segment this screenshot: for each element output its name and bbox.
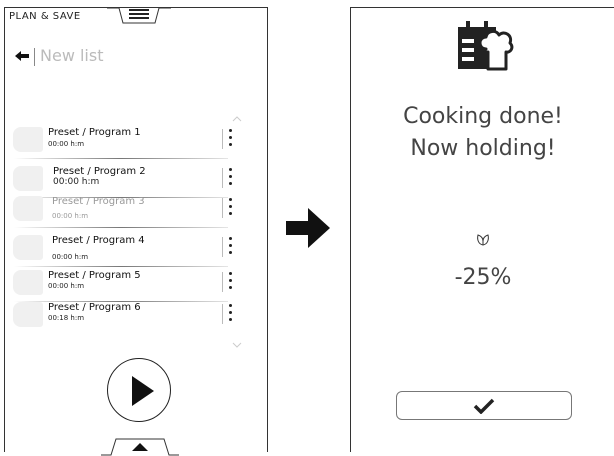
leaf-icon — [477, 234, 489, 246]
program-time: 00:00 h:m — [52, 253, 89, 261]
program-row[interactable]: Preset / Program 3 00:00 h:m — [10, 196, 232, 228]
program-name: Preset / Program 4 — [52, 235, 145, 246]
next-arrow-icon — [286, 208, 330, 248]
screen-header-label: PLAN & SAVE — [9, 11, 81, 22]
program-name: Preset / Program 5 — [48, 270, 141, 281]
back-arrow-icon[interactable] — [15, 51, 29, 61]
program-color-tab — [13, 196, 43, 221]
status-title: Cooking done! — [403, 104, 563, 129]
row-divider — [222, 304, 223, 324]
program-row[interactable]: Preset / Program 6 00:18 h:m — [10, 302, 232, 334]
program-name: Preset / Program 1 — [48, 127, 141, 138]
kebab-menu-icon[interactable] — [229, 198, 233, 220]
checkmark-icon — [473, 398, 495, 414]
confirm-button[interactable] — [396, 391, 572, 420]
program-time: 00:00 h:m — [48, 140, 85, 148]
energy-saving-value: -25% — [454, 265, 512, 290]
kebab-menu-icon[interactable] — [229, 129, 233, 151]
program-row[interactable]: Preset / Program 1 00:00 h:m — [10, 127, 232, 159]
program-time: 00:00 h:m — [52, 212, 89, 220]
program-color-tab — [13, 127, 43, 152]
row-separator — [14, 266, 228, 267]
row-divider — [222, 272, 223, 292]
kebab-menu-icon[interactable] — [229, 272, 233, 294]
menu-icon — [129, 9, 149, 19]
chef-calendar-icon — [458, 21, 514, 71]
play-button[interactable] — [107, 358, 171, 422]
cooking-done-screen: Cooking done! Now holding! -25% — [350, 7, 614, 452]
program-row[interactable]: Preset / Program 2 00:00 h:m — [10, 166, 232, 198]
program-time: 00:18 h:m — [48, 314, 85, 322]
kebab-menu-icon[interactable] — [229, 304, 233, 326]
program-color-tab — [13, 235, 43, 260]
row-separator — [14, 227, 228, 228]
status-subtitle: Now holding! — [410, 136, 556, 161]
program-color-tab — [13, 270, 43, 295]
row-separator — [14, 158, 228, 159]
program-name: Preset / Program 2 — [53, 166, 146, 177]
program-time: 00:00 h:m — [48, 282, 85, 290]
list-title[interactable]: New list — [40, 46, 103, 65]
chevron-up-icon[interactable] — [232, 116, 242, 122]
program-color-tab — [13, 302, 43, 327]
bottom-drawer-tab[interactable] — [101, 431, 179, 456]
program-time: 00:00 h:m — [53, 177, 100, 187]
row-divider — [222, 168, 223, 188]
kebab-menu-icon[interactable] — [229, 237, 233, 259]
row-divider — [222, 237, 223, 257]
chevron-down-icon[interactable] — [232, 342, 242, 348]
program-row[interactable]: Preset / Program 5 00:00 h:m — [10, 270, 232, 302]
play-icon — [132, 376, 154, 406]
menu-tab[interactable] — [107, 7, 171, 25]
plan-save-screen: PLAN & SAVE New list Preset / Program 1 … — [4, 7, 268, 456]
row-divider — [222, 198, 223, 218]
program-row[interactable]: Preset / Program 4 00:00 h:m — [10, 235, 232, 267]
title-separator — [34, 48, 35, 66]
program-name: Preset / Program 3 — [52, 196, 145, 207]
program-color-tab — [13, 166, 43, 191]
program-name: Preset / Program 6 — [48, 302, 141, 313]
kebab-menu-icon[interactable] — [229, 168, 233, 190]
row-divider — [222, 129, 223, 149]
